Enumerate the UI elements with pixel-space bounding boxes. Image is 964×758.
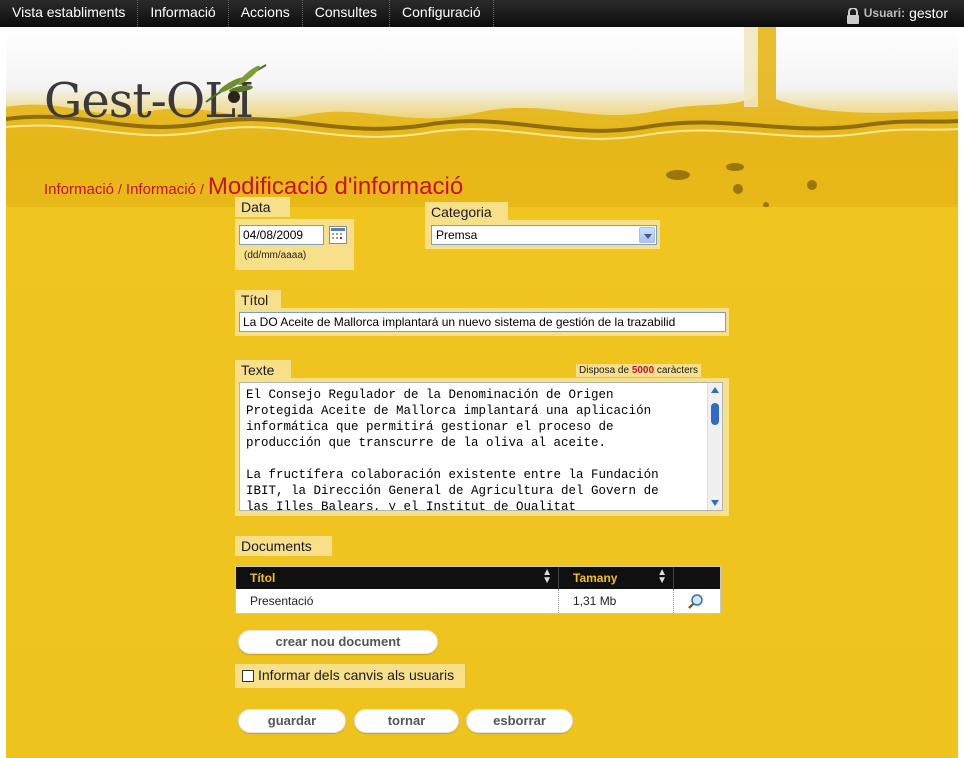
char-counter: Disposa de 5000 caràcters — [576, 364, 701, 377]
cell-document-actions — [674, 589, 720, 613]
delete-button[interactable]: esborrar — [466, 709, 573, 733]
text-line: IBIT, la Dirección General de Agricultur… — [246, 484, 659, 498]
date-label: Data — [235, 197, 290, 217]
notify-checkbox[interactable] — [242, 670, 254, 682]
chevron-down-icon[interactable] — [639, 227, 655, 243]
scroll-thumb[interactable] — [711, 403, 719, 425]
title-input[interactable] — [239, 312, 726, 332]
table-row[interactable]: Presentació 1,31 Mb — [236, 589, 720, 613]
menu-vista-establiments[interactable]: Vista establiments — [0, 0, 139, 27]
calendar-icon[interactable] — [329, 226, 347, 244]
scroll-up-icon[interactable] — [711, 387, 719, 393]
column-header-actions — [674, 567, 720, 589]
back-button[interactable]: tornar — [354, 709, 459, 733]
text-line: El Consejo Regulador de la Denominación … — [246, 388, 614, 402]
menu-informacio[interactable]: Informació — [138, 0, 229, 27]
char-counter-value: 5000 — [631, 365, 655, 376]
category-label: Categoria — [425, 202, 508, 222]
text-label: Texte — [235, 360, 291, 380]
category-select[interactable]: Premsa — [431, 225, 657, 245]
magnifier-icon[interactable] — [688, 593, 704, 609]
olive-branch-icon — [205, 64, 267, 103]
menu-consultes[interactable]: Consultes — [303, 0, 391, 27]
lock-icon — [846, 6, 860, 24]
documents-table: Títol ▲ ▼ Tamany ▲ ▼ Presentació 1,31 Mb — [235, 566, 721, 614]
text-line — [246, 451, 716, 467]
breadcrumb-link-informacio-2[interactable]: Informació — [126, 181, 196, 198]
menu-configuracio[interactable]: Configuració — [390, 0, 494, 27]
top-menu-bar: Vista establiments Informació Accions Co… — [0, 0, 964, 27]
page-frame: Gest-OLI Informació / Informació / Modif… — [6, 27, 958, 758]
text-line: informática que permitirá gestionar el p… — [246, 420, 614, 434]
column-header-title[interactable]: Títol ▲ ▼ — [236, 567, 559, 589]
user-info: Usuari: gestor — [846, 0, 948, 27]
breadcrumb-link-informacio[interactable]: Informació — [44, 181, 114, 198]
date-format-hint: (dd/mm/aaaa) — [244, 250, 307, 261]
table-header: Títol ▲ ▼ Tamany ▲ ▼ — [236, 567, 720, 589]
sort-icon[interactable]: ▲ ▼ — [542, 568, 552, 586]
column-header-size-label: Tamany — [573, 571, 618, 585]
text-area[interactable]: El Consejo Regulador de la Denominación … — [239, 382, 723, 511]
cell-document-title: Presentació — [236, 589, 559, 613]
text-line: Protegida Aceite de Mallorca implantará … — [246, 404, 652, 418]
date-input[interactable] — [239, 225, 324, 245]
sort-icon[interactable]: ▲ ▼ — [657, 568, 667, 586]
title-label: Títol — [235, 290, 281, 310]
save-button[interactable]: guardar — [238, 709, 346, 733]
notify-label[interactable]: Informar dels canvis als usuaris — [258, 667, 454, 683]
scroll-down-icon[interactable] — [711, 500, 719, 506]
create-document-button[interactable]: crear nou document — [238, 630, 438, 654]
text-line: las Illes Balears, y el Institut de Qual… — [246, 500, 577, 511]
text-line: La fructífera colaboración existente ent… — [246, 468, 659, 482]
breadcrumb-separator: / — [118, 181, 122, 197]
category-selected-value: Premsa — [436, 228, 478, 242]
menu-accions[interactable]: Accions — [229, 0, 303, 27]
char-counter-suffix: caràcters — [656, 365, 698, 376]
column-header-title-label: Títol — [250, 571, 276, 585]
char-counter-prefix: Disposa de — [579, 365, 630, 376]
user-label: Usuari: — [863, 6, 906, 20]
cell-document-size: 1,31 Mb — [559, 589, 674, 613]
user-name: gestor — [909, 5, 948, 21]
breadcrumb-separator: / — [199, 181, 204, 197]
documents-label: Documents — [235, 536, 332, 556]
text-line: producción que transcurre de la oliva al… — [246, 436, 607, 450]
text-scrollbar[interactable] — [707, 383, 722, 510]
column-header-size[interactable]: Tamany ▲ ▼ — [559, 567, 674, 589]
